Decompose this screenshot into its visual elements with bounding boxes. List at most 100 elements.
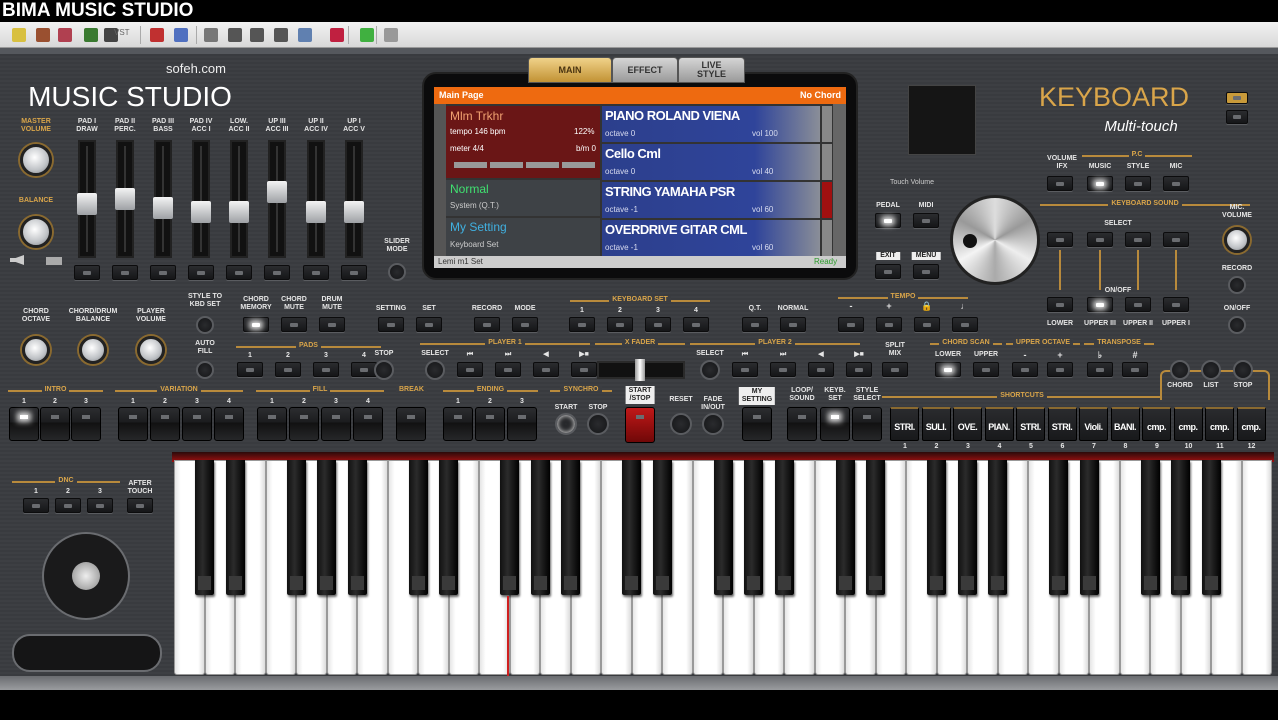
black-key[interactable] <box>561 460 580 595</box>
transpose-button[interactable] <box>1122 362 1148 377</box>
volume-slider[interactable] <box>229 140 249 258</box>
player2-select-button[interactable] <box>700 360 720 380</box>
part-on-off-button[interactable] <box>1163 297 1189 312</box>
slider-button[interactable] <box>264 265 290 280</box>
octave-button[interactable] <box>1047 362 1073 377</box>
black-key[interactable] <box>713 460 733 595</box>
player2-transport-button[interactable] <box>732 362 758 377</box>
keyboard-map-icon[interactable] <box>58 28 72 42</box>
black-key[interactable] <box>439 460 458 595</box>
black-key[interactable] <box>225 460 245 595</box>
tab-main[interactable]: MAIN <box>528 57 612 83</box>
break-button[interactable] <box>396 407 426 441</box>
black-key[interactable] <box>1201 460 1221 595</box>
tempo-button[interactable] <box>838 317 864 332</box>
keyb-set-button[interactable] <box>820 407 850 441</box>
mode-button[interactable] <box>512 317 538 332</box>
style-to-kbd-button[interactable] <box>196 316 214 334</box>
shortcut-button[interactable]: STRI. <box>1016 407 1045 441</box>
player-volume-knob[interactable] <box>137 336 165 364</box>
shortcut-button[interactable]: cmp. <box>1205 407 1234 441</box>
tempo-button[interactable] <box>876 317 902 332</box>
volume-slider[interactable] <box>77 140 97 258</box>
slider-thumb[interactable] <box>229 200 249 223</box>
select-sound-button[interactable] <box>1163 232 1189 247</box>
save-icon[interactable] <box>84 28 98 42</box>
tempo-button[interactable] <box>952 317 978 332</box>
mic-on-off-button[interactable] <box>1228 316 1246 334</box>
player1-transport-button[interactable] <box>457 362 483 377</box>
select-sound-button[interactable] <box>1087 232 1113 247</box>
black-key[interactable] <box>774 460 794 595</box>
slider-thumb[interactable] <box>77 192 97 215</box>
player2-transport-button[interactable] <box>770 362 796 377</box>
shortcut-button[interactable]: STRI. <box>1047 407 1077 441</box>
ending-button[interactable] <box>443 407 473 441</box>
split-mix-button[interactable] <box>882 362 908 377</box>
part-on-off-button[interactable] <box>1125 297 1151 312</box>
data-dial[interactable] <box>950 195 1040 285</box>
exit-button[interactable] <box>875 264 901 279</box>
window-icon[interactable] <box>174 28 188 42</box>
volume-slider[interactable] <box>191 140 211 258</box>
gear-icon[interactable] <box>384 28 398 42</box>
select-sound-button[interactable] <box>1047 232 1073 247</box>
pad-stop-button[interactable] <box>374 360 394 380</box>
shortcut-button[interactable]: cmp. <box>1142 407 1171 441</box>
shortcut-button[interactable]: BANI. <box>1110 407 1140 441</box>
variation-button[interactable] <box>182 407 212 441</box>
my-setting-button[interactable] <box>742 407 772 441</box>
mode-panel[interactable]: Normal System (Q.T.) <box>446 180 600 216</box>
ending-button[interactable] <box>475 407 505 441</box>
tab-effect[interactable]: EFFECT <box>612 57 678 83</box>
slider-thumb[interactable] <box>344 200 364 223</box>
player1-select-button[interactable] <box>425 360 445 380</box>
slider-button[interactable] <box>150 265 176 280</box>
black-key[interactable] <box>408 460 428 595</box>
intro-button[interactable] <box>71 407 101 441</box>
slider-button[interactable] <box>112 265 138 280</box>
white-key[interactable] <box>1241 460 1272 675</box>
black-key[interactable] <box>500 460 519 595</box>
fade-button[interactable] <box>702 413 724 435</box>
slider-button[interactable] <box>226 265 252 280</box>
chord-scan-lower-button[interactable] <box>935 362 961 377</box>
select-sound-button[interactable] <box>1125 232 1151 247</box>
sound-slot[interactable]: PIANO ROLAND VIENA octave 0 vol 100 <box>602 106 820 142</box>
slider-mode-button[interactable] <box>388 263 406 281</box>
volume-slider[interactable] <box>344 140 364 258</box>
keyboard-set-button[interactable] <box>569 317 595 332</box>
slider-thumb[interactable] <box>267 180 287 203</box>
joystick[interactable] <box>42 532 130 620</box>
setting-button[interactable] <box>378 317 404 332</box>
shortcut-button[interactable]: PIAN. <box>984 407 1014 441</box>
intro-button[interactable] <box>9 407 39 441</box>
my-setting-panel[interactable]: My Setting Keyboard Set <box>446 218 600 256</box>
variation-button[interactable] <box>214 407 244 441</box>
mic-record-button[interactable] <box>1228 276 1246 294</box>
screen-icon[interactable] <box>204 28 218 42</box>
after-touch-button[interactable] <box>127 498 153 513</box>
black-key[interactable] <box>1079 460 1099 595</box>
mic-button[interactable] <box>1163 176 1189 191</box>
panel-icon[interactable] <box>298 28 312 42</box>
keyboard-set-button[interactable] <box>607 317 633 332</box>
black-key[interactable] <box>195 460 214 595</box>
sound-slot[interactable]: OVERDRIVE GITAR CML octave -1 vol 60 <box>602 220 820 256</box>
reset-button[interactable] <box>670 413 692 435</box>
volume-slider[interactable] <box>153 140 173 258</box>
dnc-button[interactable] <box>87 498 113 513</box>
black-key[interactable] <box>957 460 977 595</box>
synchro-start-button[interactable] <box>555 413 577 435</box>
synchro-stop-button[interactable] <box>587 413 609 435</box>
chord-button[interactable] <box>1170 360 1190 380</box>
black-key[interactable] <box>744 460 763 595</box>
shortcut-button[interactable]: SULI. <box>921 407 951 441</box>
chord-octave-knob[interactable] <box>22 336 50 364</box>
black-key[interactable] <box>347 460 367 595</box>
black-key[interactable] <box>652 460 672 595</box>
black-key[interactable] <box>988 460 1007 595</box>
drum-mute-button[interactable] <box>319 317 345 332</box>
black-key[interactable] <box>1140 460 1160 595</box>
pad-button[interactable] <box>237 362 263 377</box>
